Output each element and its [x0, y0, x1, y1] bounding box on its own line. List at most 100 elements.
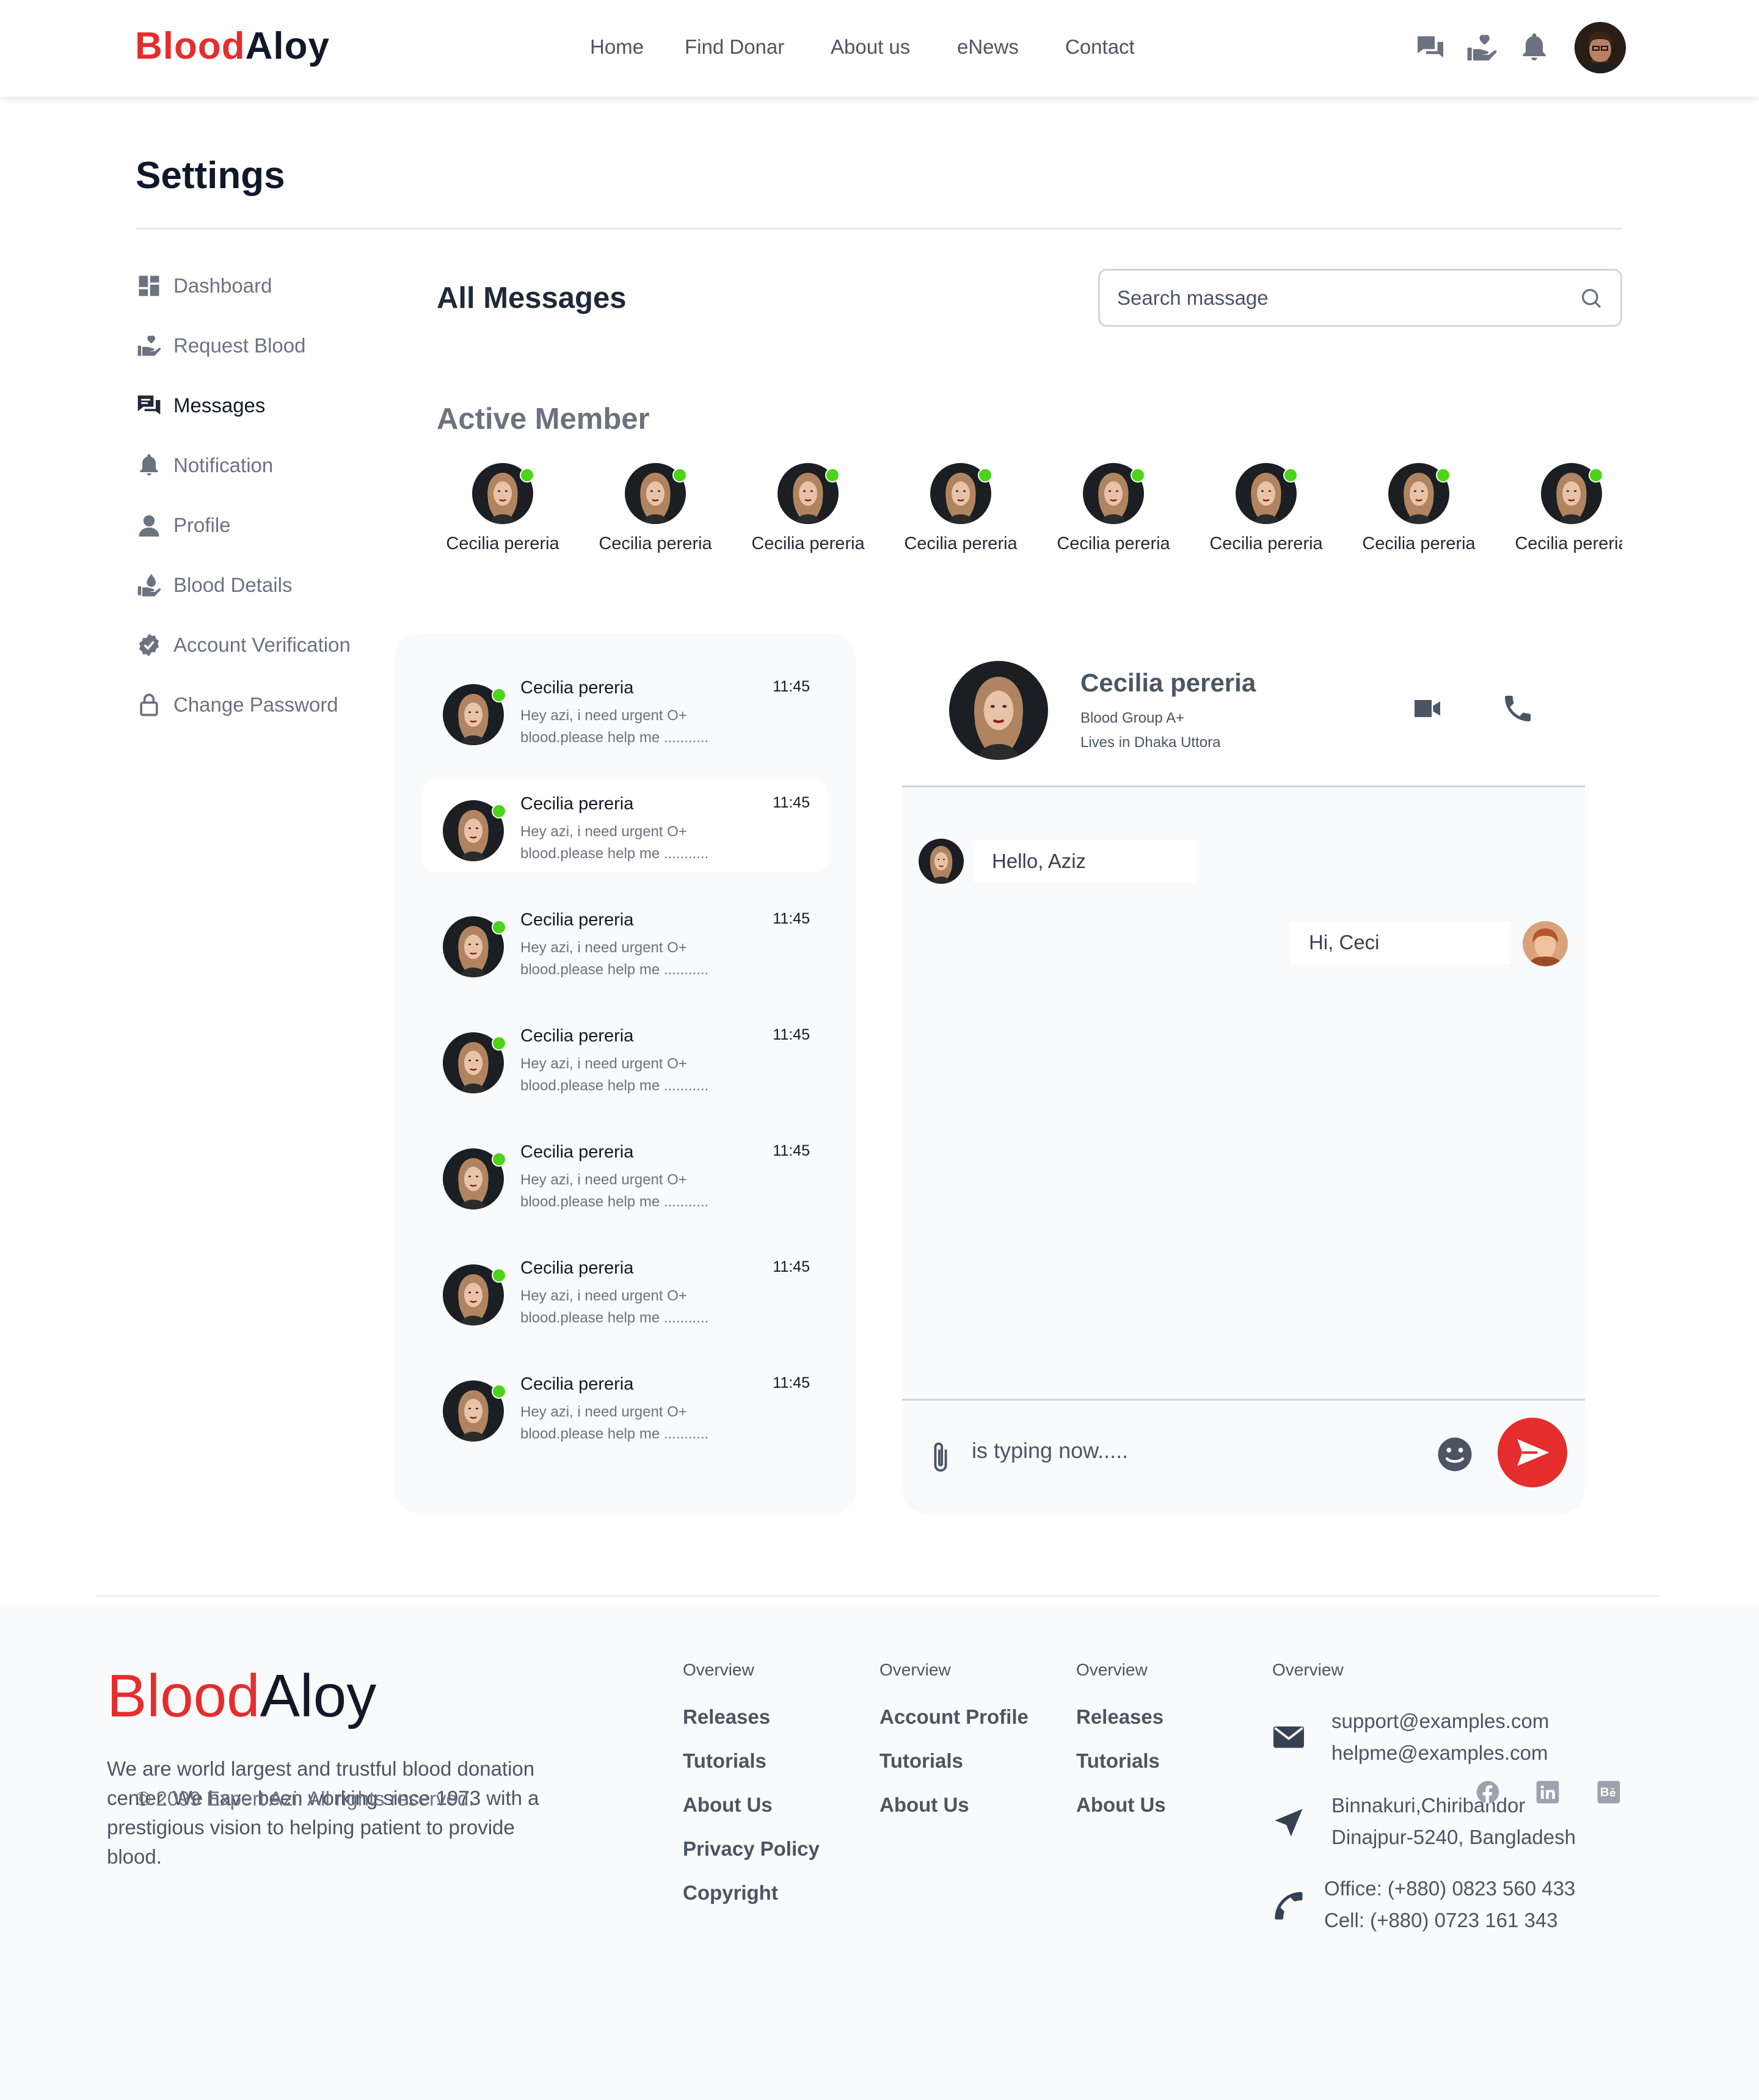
conversation-time: 11:45: [773, 1374, 810, 1391]
conversation-item[interactable]: Cecilia pereria 11:45 Hey azi, i need urge…: [422, 1128, 828, 1220]
active-member[interactable]: Cecilia pereria: [1342, 463, 1495, 554]
help-email[interactable]: helpme@examples.com: [1331, 1737, 1548, 1769]
footer-link-privacy-policy[interactable]: Privacy Policy: [683, 1837, 820, 1861]
incoming-message: Hello, Aziz: [974, 840, 1196, 883]
conversation-item[interactable]: Cecilia pereria 11:45 Hey azi, i need urge…: [422, 779, 828, 872]
conversation-preview: Hey azi, i need urgent O+ blood.please h…: [520, 1404, 709, 1442]
support-email[interactable]: support@examples.com: [1331, 1705, 1549, 1737]
sidebar-item-profile[interactable]: Profile: [136, 509, 231, 541]
nav-enews[interactable]: eNews: [957, 35, 1019, 59]
behance-icon[interactable]: [1595, 1779, 1622, 1806]
linkedin-icon[interactable]: [1534, 1779, 1561, 1806]
conversation-time: 11:45: [773, 1142, 810, 1159]
emoji-icon[interactable]: [1435, 1434, 1475, 1475]
online-indicator: [492, 1384, 506, 1399]
send-button[interactable]: [1498, 1418, 1567, 1487]
nav-contact[interactable]: Contact: [1065, 35, 1135, 59]
footer-link-tutorials[interactable]: Tutorials: [1076, 1749, 1160, 1773]
active-member[interactable]: Cecilia pereria: [732, 463, 884, 554]
footer-logo[interactable]: BloodAloy: [107, 1661, 376, 1730]
conversation-time: 11:45: [773, 678, 810, 695]
divider: [136, 228, 1622, 230]
donation-icon[interactable]: [1465, 31, 1499, 65]
location-arrow-icon: [1275, 1809, 1303, 1837]
nav-about-us[interactable]: About us: [831, 35, 910, 59]
footer-link-account-profile[interactable]: Account Profile: [880, 1705, 1029, 1729]
search-input[interactable]: [1117, 286, 1579, 310]
footer-link-copyright[interactable]: Copyright: [683, 1881, 778, 1905]
footer-link-about-us[interactable]: About Us: [683, 1793, 773, 1817]
conversation-name: Cecilia pereria: [520, 794, 634, 814]
member-name: Cecilia pereria: [1057, 534, 1170, 553]
conversation-time: 11:45: [773, 1258, 810, 1275]
conversation-item[interactable]: Cecilia pereria 11:45 Hey azi, i need urge…: [422, 663, 828, 756]
brand-logo[interactable]: BloodAloy: [135, 24, 330, 68]
nav-home[interactable]: Home: [590, 35, 644, 59]
footer-link-releases[interactable]: Releases: [683, 1705, 770, 1729]
online-indicator: [492, 1152, 506, 1167]
cell-phone[interactable]: Cell: (+880) 0723 161 343: [1324, 1905, 1558, 1936]
active-member[interactable]: Cecilia pereria: [579, 463, 732, 554]
search-box[interactable]: [1098, 269, 1622, 327]
conversation-preview: Hey azi, i need urgent O+ blood.please h…: [520, 1172, 709, 1210]
office-phone[interactable]: Office: (+880) 0823 560 433: [1324, 1873, 1575, 1905]
footer-link-about-us[interactable]: About Us: [880, 1793, 969, 1817]
sidebar-item-blood-details[interactable]: Blood Details: [136, 569, 292, 601]
chat-icon[interactable]: [1413, 31, 1448, 65]
video-call-icon[interactable]: [1410, 691, 1444, 726]
incoming-avatar: [919, 839, 964, 884]
member-avatar: [930, 463, 992, 524]
member-name: Cecilia pereria: [904, 534, 1018, 553]
conversation-avatar: [443, 1380, 506, 1442]
user-avatar[interactable]: [1575, 22, 1626, 73]
blood-drop-icon: [137, 574, 161, 597]
sidebar-item-change-password[interactable]: Change Password: [136, 689, 338, 721]
active-member[interactable]: Cecilia pereria: [884, 463, 1037, 554]
active-member[interactable]: Cecilia pereria: [426, 463, 579, 554]
sidebar-item-request-blood[interactable]: Request Blood: [136, 330, 305, 362]
conversation-item[interactable]: Cecilia pereria 11:45 Hey azi, i need urge…: [422, 895, 828, 988]
online-indicator: [825, 468, 840, 483]
sidebar-item-dashboard[interactable]: Dashboard: [136, 270, 272, 302]
message-input[interactable]: is typing now.....: [972, 1438, 1128, 1464]
search-icon[interactable]: [1579, 286, 1603, 310]
footer-link-about-us[interactable]: About Us: [1076, 1793, 1166, 1817]
phone-icon[interactable]: [1501, 691, 1535, 726]
sidebar-item-messages[interactable]: Messages: [136, 390, 265, 421]
sidebar-item-notification[interactable]: Notification: [136, 450, 273, 481]
user-avatar-image: [1575, 22, 1626, 73]
conversation-item[interactable]: Cecilia pereria 11:45 Hey azi, i need urge…: [422, 1012, 828, 1104]
facebook-icon[interactable]: [1474, 1779, 1501, 1806]
online-indicator: [492, 804, 506, 818]
conversation-item[interactable]: Cecilia pereria 11:45 Hey azi, i need urge…: [422, 1360, 828, 1453]
nav-find-donar[interactable]: Find Donar: [685, 35, 784, 59]
conversation-time: 11:45: [773, 794, 810, 811]
mail-icon: [1273, 1726, 1304, 1748]
online-indicator: [672, 468, 687, 483]
online-indicator: [978, 468, 992, 483]
active-member[interactable]: Cecilia pereria: [1495, 463, 1622, 554]
sidebar-item-account-verification[interactable]: Account Verification: [136, 629, 351, 661]
chat-contact-avatar[interactable]: [949, 661, 1048, 760]
conversation-item[interactable]: Cecilia pereria 11:45 Hey azi, i need urge…: [422, 1244, 828, 1336]
footer-link-releases[interactable]: Releases: [1076, 1705, 1164, 1729]
conversation-avatar: [443, 800, 506, 861]
conversation-avatar: [443, 916, 506, 977]
footer-link-tutorials[interactable]: Tutorials: [683, 1749, 767, 1773]
online-indicator: [1436, 468, 1451, 483]
conversation-name: Cecilia pereria: [520, 1142, 634, 1162]
active-member[interactable]: Cecilia pereria: [1190, 463, 1342, 554]
verified-icon: [139, 633, 159, 657]
messages-icon: [137, 395, 161, 415]
member-name: Cecilia pereria: [1209, 534, 1323, 553]
portrait-image: [949, 661, 1048, 760]
member-name: Cecilia pereria: [1515, 534, 1622, 553]
attachment-icon[interactable]: [924, 1439, 957, 1476]
chat-contact-name: Cecilia pereria: [1080, 668, 1256, 697]
active-member[interactable]: Cecilia pereria: [1037, 463, 1190, 554]
member-name: Cecilia pereria: [446, 534, 559, 553]
conversation-avatar: [443, 1148, 506, 1209]
footer-link-tutorials[interactable]: Tutorials: [880, 1749, 963, 1773]
outgoing-message: Hi, Ceci: [1291, 921, 1510, 964]
bell-icon[interactable]: [1517, 31, 1551, 65]
